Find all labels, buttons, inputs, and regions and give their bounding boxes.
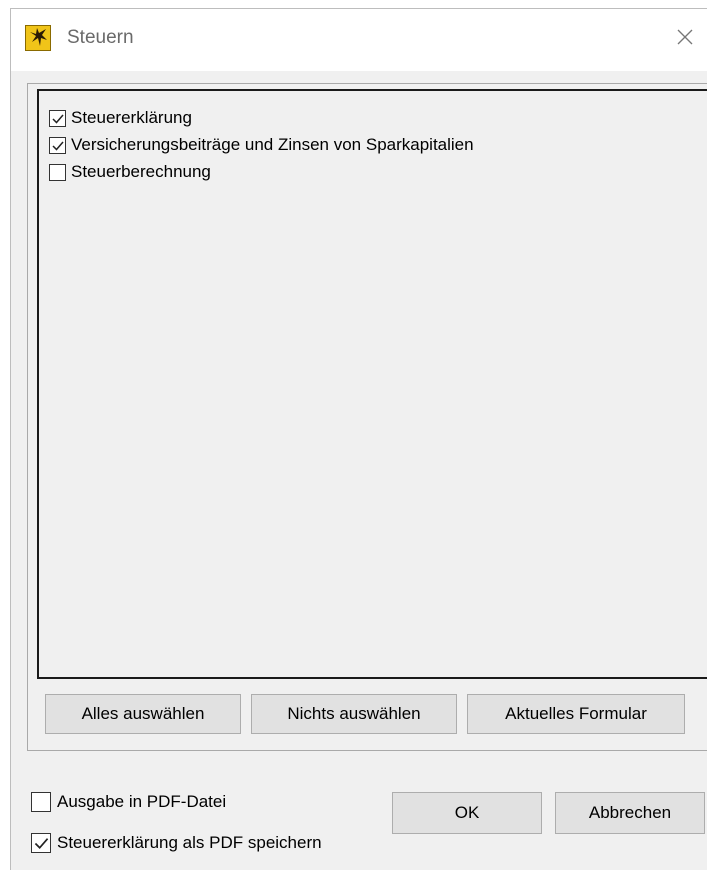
select-none-button[interactable]: Nichts auswählen bbox=[251, 694, 457, 734]
window-title: Steuern bbox=[67, 27, 134, 48]
list-item-label: Steuerberechnung bbox=[71, 162, 211, 181]
save-pdf-option[interactable]: Steuererklärung als PDF speichern bbox=[31, 830, 322, 856]
form-checklist[interactable]: Steuererklärung Versicherungsbeiträge un… bbox=[37, 89, 707, 679]
checkbox-steuerberechnung[interactable] bbox=[49, 163, 66, 181]
checkmark-icon bbox=[52, 141, 64, 151]
list-item-steuererklaerung[interactable]: Steuererklärung bbox=[49, 105, 192, 131]
pdf-output-option[interactable]: Ausgabe in PDF-Datei bbox=[31, 789, 226, 815]
list-item-versicherungsbeitraege[interactable]: Versicherungsbeiträge und Zinsen von Spa… bbox=[49, 132, 474, 158]
list-item-steuerberechnung[interactable]: Steuerberechnung bbox=[49, 159, 211, 185]
close-icon bbox=[677, 29, 693, 45]
checkmark-icon bbox=[34, 838, 49, 849]
save-pdf-label: Steuererklärung als PDF speichern bbox=[57, 833, 322, 852]
tax-app-icon bbox=[25, 25, 51, 51]
save-pdf-checkbox[interactable] bbox=[31, 833, 51, 853]
dialog-window: Steuern Steuererklärung Versicherungsbei… bbox=[10, 8, 707, 870]
checkmark-icon bbox=[52, 114, 64, 124]
list-item-label: Versicherungsbeiträge und Zinsen von Spa… bbox=[71, 135, 474, 154]
list-item-label: Steuererklärung bbox=[71, 108, 192, 127]
checkbox-versicherungsbeitraege[interactable] bbox=[49, 136, 66, 154]
title-bar: Steuern bbox=[11, 9, 707, 71]
pdf-output-label: Ausgabe in PDF-Datei bbox=[57, 792, 227, 811]
ok-button[interactable]: OK bbox=[392, 792, 542, 834]
checkbox-steuererklaerung[interactable] bbox=[49, 109, 66, 127]
close-button[interactable] bbox=[667, 19, 703, 55]
pdf-output-checkbox[interactable] bbox=[31, 792, 51, 812]
select-all-button[interactable]: Alles auswählen bbox=[45, 694, 241, 734]
current-form-button[interactable]: Aktuelles Formular bbox=[467, 694, 685, 734]
cancel-button[interactable]: Abbrechen bbox=[555, 792, 705, 834]
